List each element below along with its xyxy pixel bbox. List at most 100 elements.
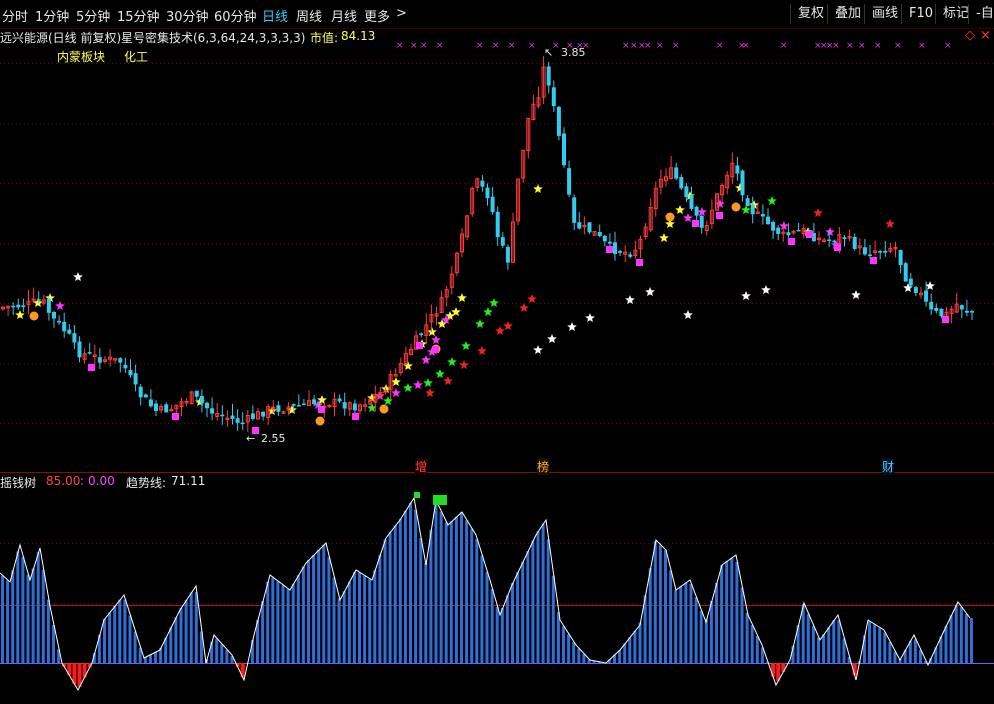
osc-bar (684, 582, 688, 663)
osc-bar (301, 566, 305, 663)
candle-body (913, 287, 918, 293)
x-mark-icon: × (420, 41, 428, 51)
osc-bar (485, 571, 489, 663)
osc-bar (409, 502, 412, 663)
signal-star-icon (625, 295, 635, 304)
kline-chart[interactable]: × × × × × × × × × × ×× × × ×× × × × ×× × ×××× × × × × × × (0, 0, 994, 704)
osc-bar (740, 587, 744, 663)
magenta-candle (88, 364, 95, 371)
candle-body (852, 236, 857, 249)
candle-body (567, 168, 572, 195)
candle-body (878, 251, 883, 253)
low-arrow-icon: ← (246, 432, 256, 445)
candle-body (959, 305, 964, 310)
osc-bar (296, 575, 300, 663)
event-marker-list[interactable]: 榜 (537, 458, 550, 475)
event-marker-finance[interactable]: 财 (882, 458, 895, 475)
x-mark-icon: × (528, 41, 536, 51)
osc-bar (505, 595, 509, 663)
osc-bar (526, 551, 530, 663)
osc-bar (755, 636, 759, 663)
x-mark-icon: × (894, 41, 902, 51)
osc-bar (822, 634, 826, 663)
candle-body (597, 231, 602, 236)
candle-body (964, 310, 969, 313)
osc-bar (174, 617, 178, 663)
signal-star-icon (461, 341, 471, 350)
signal-star-icon (851, 290, 861, 299)
osc-bar (128, 615, 132, 663)
signal-star-icon (391, 388, 401, 397)
osc-bar (913, 639, 917, 663)
sub-indicator-sep: : (80, 474, 85, 488)
osc-bar (699, 610, 703, 663)
osc-bar (378, 554, 382, 663)
candle-body (618, 251, 623, 253)
sector-tag-chemical[interactable]: 化工 (124, 48, 148, 65)
stock-title: 远兴能源(日线 前复权) (0, 31, 122, 45)
signal-star-icon (475, 319, 485, 328)
candle-body (699, 215, 704, 228)
candle-body (342, 402, 347, 409)
close-icon[interactable]: × (980, 28, 991, 43)
osc-bar (500, 608, 504, 663)
candle-body (123, 364, 128, 369)
sector-tag-inner-mongolia[interactable]: 内蒙板块 (57, 48, 105, 65)
coin-icon (665, 212, 675, 222)
osc-bar (873, 624, 877, 663)
magenta-candle (834, 244, 841, 251)
osc-bar (393, 525, 397, 663)
x-mark-icon: × (410, 41, 418, 51)
x-mark-icon: × (742, 41, 750, 51)
osc-bar (337, 598, 341, 663)
event-marker-increase[interactable]: 增 (415, 458, 428, 475)
candle-body (138, 386, 143, 398)
osc-bar (21, 556, 25, 663)
candle-body (745, 198, 750, 206)
candle-body (230, 415, 235, 419)
candle-body (929, 301, 934, 310)
x-mark-icon: × (656, 41, 664, 51)
candle-body (490, 196, 495, 213)
osc-bar (959, 607, 963, 663)
candle-body (551, 87, 556, 107)
osc-bar (546, 539, 550, 663)
x-mark-icon: × (846, 41, 854, 51)
candle-body (337, 398, 342, 402)
high-arrow-icon: ↖ (544, 46, 554, 59)
osc-bar (516, 572, 520, 663)
candle-body (760, 214, 765, 217)
candle-body (562, 133, 566, 166)
osc-bar (194, 592, 198, 663)
osc-bar (954, 604, 958, 663)
candle-body (164, 404, 169, 413)
osc-bar (36, 552, 40, 663)
x-mark-icon: × (716, 41, 724, 51)
candle-body (970, 311, 974, 313)
osc-bar (133, 631, 137, 663)
osc-bar (832, 620, 836, 663)
signal-star-icon (585, 313, 595, 322)
signal-star-icon (547, 334, 557, 343)
diamond-icon[interactable]: ◇ (965, 28, 975, 43)
osc-bar (817, 637, 820, 663)
candle-body (776, 227, 781, 234)
candle-body (250, 413, 255, 419)
magenta-candle (318, 406, 325, 413)
osc-bar (470, 528, 474, 663)
osc-bar (669, 570, 673, 663)
candle-body (352, 403, 357, 411)
osc-bar (327, 556, 331, 663)
signal-star-icon (435, 369, 445, 378)
osc-bar (444, 522, 448, 663)
candle-body (199, 395, 204, 404)
osc-bar (439, 511, 443, 663)
osc-bar (944, 625, 948, 663)
osc-bar (628, 637, 632, 663)
trend-line-value: 71.11 (171, 474, 206, 488)
signal-star-icon (567, 322, 577, 331)
candle-body (36, 299, 41, 301)
osc-bar (388, 532, 392, 663)
osc-bar (801, 604, 805, 663)
candle-body (694, 206, 699, 216)
